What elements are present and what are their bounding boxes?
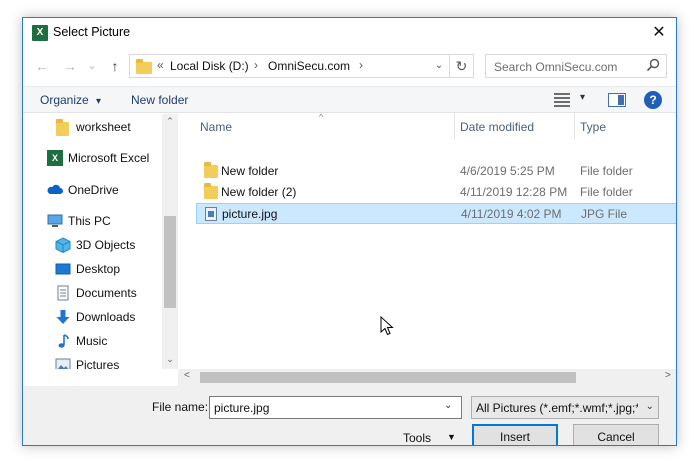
nav-item-label: Documents [76, 286, 137, 300]
address-segment-omnisecu[interactable]: OmniSecu.com [268, 59, 350, 73]
folder-icon [56, 119, 69, 136]
file-name: New folder [221, 164, 279, 178]
nav-item-label: Downloads [76, 310, 136, 324]
computer-icon [47, 214, 63, 227]
music-icon [58, 334, 69, 348]
file-type: JPG File [581, 207, 628, 221]
help-icon[interactable]: ? [644, 91, 662, 109]
excel-icon: X [32, 25, 48, 41]
jpg-file-icon [205, 207, 217, 221]
nav-item-label: worksheet [76, 120, 131, 134]
tools-button[interactable]: Tools [403, 431, 431, 445]
pictures-icon [55, 358, 71, 369]
file-date: 4/6/2019 5:25 PM [460, 164, 555, 178]
refresh-button[interactable]: ↻ [450, 54, 474, 78]
view-options-icon[interactable] [554, 93, 570, 107]
folder-icon [204, 183, 218, 199]
file-name-label: File name: [152, 400, 209, 414]
file-type: File folder [580, 185, 633, 199]
scroll-down-arrow[interactable]: ⌄ [162, 354, 178, 365]
file-date: 4/11/2019 12:28 PM [460, 185, 568, 199]
nav-item-label: Pictures [76, 358, 120, 369]
up-button[interactable]: ↑ [104, 55, 126, 77]
file-row-new-folder-2[interactable]: New folder (2) 4/11/2019 12:28 PM File f… [196, 182, 676, 203]
address-bar[interactable]: « Local Disk (D:) › OmniSecu.com › ⌄ [129, 54, 450, 78]
nav-item-label: Music [76, 334, 108, 348]
recent-locations-button[interactable]: ⌄ [85, 55, 99, 77]
file-type: File folder [580, 164, 633, 178]
chevron-down-icon: ▾ [96, 96, 102, 107]
column-header-type[interactable]: Type [580, 120, 606, 134]
file-list: ^ Name Date modified Type New folder 4/6… [178, 112, 676, 369]
address-dropdown-button[interactable]: ⌄ [431, 57, 447, 75]
scroll-left-arrow[interactable]: < [184, 370, 190, 381]
download-icon [56, 310, 70, 324]
scroll-up-arrow[interactable]: ⌃ [162, 116, 178, 127]
cube-icon [55, 237, 71, 253]
nav-item-label: OneDrive [68, 183, 119, 197]
navigation-pane: worksheet X Microsoft Excel OneDrive Thi… [23, 114, 178, 369]
title-bar[interactable]: X Select Picture ✕ [23, 18, 676, 48]
column-header-date-modified[interactable]: Date modified [460, 120, 534, 134]
organize-label: Organize [40, 93, 89, 107]
organize-button[interactable]: Organize ▾ [40, 93, 101, 107]
file-type-filter-value: All Pictures (*.emf;*.wmf;*.jpg;* [476, 401, 638, 415]
chevron-down-icon: ⌄ [645, 401, 654, 412]
mouse-cursor-icon [380, 316, 394, 336]
scrollbar-thumb[interactable] [164, 216, 176, 308]
file-name: picture.jpg [222, 207, 278, 221]
preview-pane-icon[interactable] [608, 93, 626, 107]
overflow-chevron-icon[interactable]: « [157, 58, 164, 72]
nav-item-label: 3D Objects [76, 238, 136, 252]
search-icon [646, 58, 660, 72]
view-dropdown-icon[interactable]: ▾ [580, 92, 585, 103]
folder-icon [136, 59, 152, 74]
close-button[interactable]: ✕ [642, 18, 676, 48]
scrollbar-thumb[interactable] [200, 372, 576, 383]
column-divider[interactable] [574, 114, 575, 140]
search-box[interactable]: Search OmniSecu.com [485, 54, 667, 78]
search-input[interactable]: Search OmniSecu.com [494, 60, 617, 74]
forward-button[interactable]: → [59, 55, 81, 77]
navigation-pane-scrollbar[interactable]: ⌃ ⌄ [162, 114, 178, 369]
file-row-new-folder[interactable]: New folder 4/6/2019 5:25 PM File folder [196, 161, 676, 182]
file-type-filter-select[interactable]: All Pictures (*.emf;*.wmf;*.jpg;* ⌄ [471, 396, 659, 419]
dialog-footer: File name: ⌄ All Pictures (*.emf;*.wmf;*… [23, 386, 676, 445]
cancel-button[interactable]: Cancel [573, 424, 659, 445]
nav-item-label: Microsoft Excel [68, 151, 150, 165]
file-name: New folder (2) [221, 185, 297, 199]
insert-button[interactable]: Insert [472, 424, 558, 445]
tools-dropdown-icon[interactable]: ▼ [447, 432, 456, 442]
column-header-name[interactable]: Name [200, 120, 232, 134]
onedrive-icon [47, 184, 63, 194]
folder-icon [204, 162, 218, 178]
window-title: Select Picture [53, 25, 131, 39]
desktop-icon [55, 263, 71, 275]
command-toolbar: Organize ▾ New folder ▾ ? [23, 86, 676, 113]
file-row-picture-jpg[interactable]: picture.jpg 4/11/2019 4:02 PM JPG File [196, 203, 676, 224]
nav-item-label: Desktop [76, 262, 121, 276]
nav-item-label: This PC [68, 214, 111, 228]
chevron-right-icon[interactable]: › [254, 58, 258, 72]
file-date: 4/11/2019 4:02 PM [461, 207, 562, 221]
chevron-right-icon[interactable]: › [359, 58, 363, 72]
column-divider[interactable] [454, 114, 455, 140]
documents-icon [57, 285, 69, 301]
sort-ascending-icon: ^ [319, 112, 324, 122]
address-segment-local-disk[interactable]: Local Disk (D:) [170, 59, 249, 73]
new-folder-button[interactable]: New folder [131, 93, 188, 107]
select-picture-dialog: X Select Picture ✕ ← → ⌄ ↑ « Local Disk … [22, 17, 677, 446]
scroll-right-arrow[interactable]: > [665, 370, 671, 381]
chevron-down-icon[interactable]: ⌄ [444, 400, 452, 411]
excel-icon: X [47, 150, 63, 166]
file-name-input[interactable] [209, 396, 462, 419]
horizontal-scrollbar[interactable]: < > [178, 369, 676, 386]
back-button[interactable]: ← [31, 55, 53, 77]
